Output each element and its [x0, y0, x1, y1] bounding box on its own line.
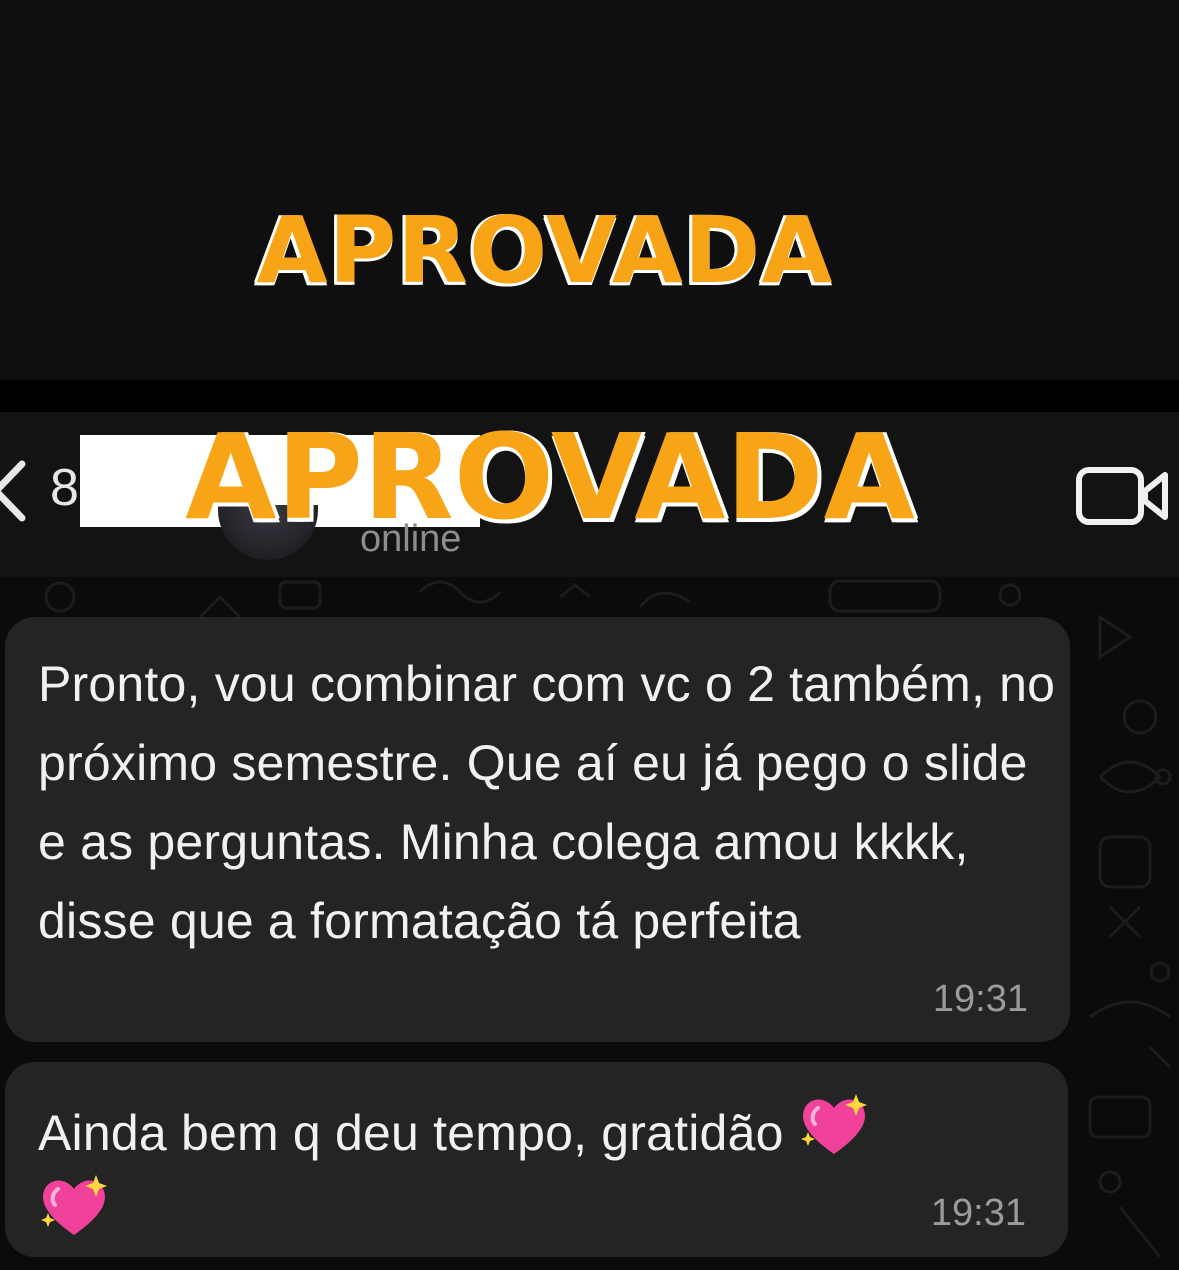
message-text-container: Ainda bem q deu tempo, gratidão: [38, 1092, 1058, 1254]
top-banner: APROVADA: [0, 0, 1179, 380]
banner-title: APROVADA: [256, 197, 834, 304]
message-bubble[interactable]: Pronto, vou combinar com vc o 2 também, …: [5, 617, 1070, 1042]
message-timestamp: 19:31: [930, 1192, 1026, 1234]
message-bubble[interactable]: Ainda bem q deu tempo, gratidão 19:31: [5, 1062, 1068, 1257]
chat-area[interactable]: Pronto, vou combinar com vc o 2 também, …: [0, 577, 1179, 1270]
sparkling-heart-icon: [41, 1175, 107, 1235]
contact-name[interactable]: 8: [50, 462, 79, 514]
message-text: Pronto, vou combinar com vc o 2 também, …: [38, 656, 1056, 949]
video-camera-icon[interactable]: [1075, 465, 1170, 527]
sparkling-heart-icon: [800, 1094, 867, 1154]
message-text: Ainda bem q deu tempo, gratidão: [38, 1105, 784, 1161]
message-timestamp: 19:31: [932, 978, 1028, 1020]
chevron-left-icon[interactable]: [0, 456, 26, 526]
overlay-title: APROVADA: [185, 408, 915, 546]
